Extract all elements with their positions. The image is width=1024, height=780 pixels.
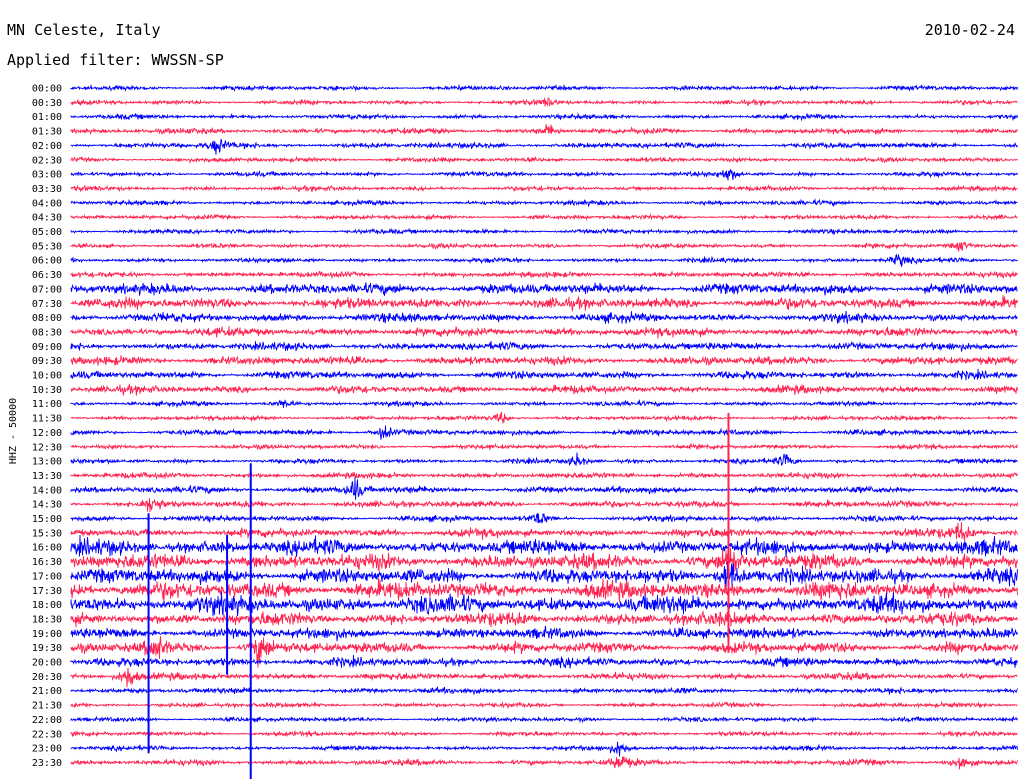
trace-row-1530 — [70, 521, 1018, 542]
trace-row-0030 — [70, 97, 1018, 107]
trace-row-0800 — [70, 311, 1018, 325]
trace-row-1000 — [70, 368, 1018, 381]
trace-row-0930 — [70, 355, 1018, 367]
row-time-label: 23:00 — [32, 744, 62, 755]
helicorder-plot: 00:00 00:30 01:00 01:30 02:00 02:30 03:00 03:30… — [32, 83, 1018, 779]
trace-row-2230 — [70, 729, 1018, 738]
row-time-label: 16:30 — [32, 557, 62, 568]
trace-row-0500 — [70, 227, 1018, 236]
trace-row-2300 — [70, 741, 1018, 757]
row-time-label: 01:30 — [32, 127, 62, 138]
row-time-label: 13:30 — [32, 471, 62, 482]
trace-row-2100 — [70, 685, 1018, 696]
trace-row-2000 — [70, 654, 1018, 669]
row-time-label: 23:30 — [32, 758, 62, 769]
row-time-label: 08:00 — [32, 313, 62, 324]
row-time-label: 21:30 — [32, 701, 62, 712]
trace-row-1900 — [70, 625, 1018, 642]
row-time-label: 19:00 — [32, 629, 62, 640]
row-time-label: 10:30 — [32, 385, 62, 396]
row-time-labels: 00:00 00:30 01:00 01:30 02:00 02:30 03:00 03:30… — [32, 84, 62, 769]
trace-row-0900 — [70, 340, 1018, 352]
row-time-label: 16:00 — [32, 543, 62, 554]
row-time-label: 02:00 — [32, 141, 62, 152]
row-time-label: 06:00 — [32, 256, 62, 267]
trace-row-1130 — [70, 411, 1018, 424]
row-time-label: 09:00 — [32, 342, 62, 353]
row-time-label: 04:30 — [32, 213, 62, 224]
row-time-label: 11:00 — [32, 399, 62, 410]
row-time-label: 14:00 — [32, 485, 62, 496]
row-time-label: 17:30 — [32, 586, 62, 597]
row-time-label: 20:00 — [32, 658, 62, 669]
row-time-label: 22:30 — [32, 729, 62, 740]
trace-row-0430 — [70, 213, 1018, 221]
trace-row-1330 — [70, 470, 1018, 480]
trace-row-1030 — [70, 383, 1018, 396]
trace-row-1700 — [70, 561, 1018, 588]
seismic-traces — [70, 83, 1018, 779]
trace-row-0130 — [70, 124, 1018, 136]
row-time-label: 04:00 — [32, 198, 62, 209]
trace-row-0200 — [70, 139, 1018, 155]
row-time-label: 07:00 — [32, 284, 62, 295]
trace-row-1300 — [70, 452, 1018, 467]
trace-row-0230 — [70, 155, 1018, 165]
trace-row-0630 — [70, 270, 1018, 280]
trace-row-1630 — [70, 547, 1018, 572]
row-time-label: 11:30 — [32, 414, 62, 425]
trace-row-0300 — [70, 169, 1018, 181]
trace-row-1500 — [70, 512, 1018, 524]
trace-row-1600 — [70, 534, 1018, 558]
row-time-label: 05:30 — [32, 241, 62, 252]
trace-row-2330 — [70, 756, 1018, 770]
trace-row-1430 — [70, 498, 1018, 513]
trace-row-0400 — [70, 198, 1018, 208]
row-time-label: 12:00 — [32, 428, 62, 439]
trace-row-2200 — [70, 715, 1018, 724]
row-time-label: 19:30 — [32, 643, 62, 654]
trace-row-0530 — [70, 241, 1018, 252]
row-time-label: 00:00 — [32, 84, 62, 95]
row-time-label: 14:30 — [32, 500, 62, 511]
trace-row-0730 — [70, 295, 1018, 312]
trace-row-1230 — [70, 442, 1018, 451]
trace-row-1800 — [70, 591, 1018, 617]
row-time-label: 05:00 — [32, 227, 62, 238]
row-time-label: 09:30 — [32, 356, 62, 367]
trace-row-2130 — [70, 700, 1018, 710]
trace-row-2030 — [70, 667, 1018, 688]
trace-row-0000 — [70, 83, 1018, 92]
row-time-label: 22:00 — [32, 715, 62, 726]
row-time-label: 15:30 — [32, 528, 62, 539]
trace-row-0330 — [70, 184, 1018, 193]
row-time-label: 17:00 — [32, 571, 62, 582]
trace-row-0600 — [70, 253, 1018, 268]
row-time-label: 07:30 — [32, 299, 62, 310]
row-time-label: 03:30 — [32, 184, 62, 195]
trace-row-1100 — [70, 399, 1018, 409]
row-time-label: 01:00 — [32, 112, 62, 123]
row-time-label: 15:00 — [32, 514, 62, 525]
trace-row-1200 — [70, 425, 1018, 440]
row-time-label: 06:30 — [32, 270, 62, 281]
row-time-label: 00:30 — [32, 98, 62, 109]
row-time-label: 08:30 — [32, 327, 62, 338]
trace-row-0100 — [70, 112, 1018, 122]
row-time-label: 12:30 — [32, 442, 62, 453]
row-time-label: 13:00 — [32, 457, 62, 468]
trace-row-0830 — [70, 326, 1018, 339]
row-time-label: 20:30 — [32, 672, 62, 683]
trace-row-1400 — [70, 477, 1018, 500]
trace-row-0700 — [70, 282, 1018, 296]
row-time-label: 18:00 — [32, 600, 62, 611]
row-time-label: 21:00 — [32, 686, 62, 697]
row-time-label: 03:00 — [32, 170, 62, 181]
row-time-label: 02:30 — [32, 155, 62, 166]
row-time-label: 10:00 — [32, 371, 62, 382]
row-time-label: 18:30 — [32, 614, 62, 625]
